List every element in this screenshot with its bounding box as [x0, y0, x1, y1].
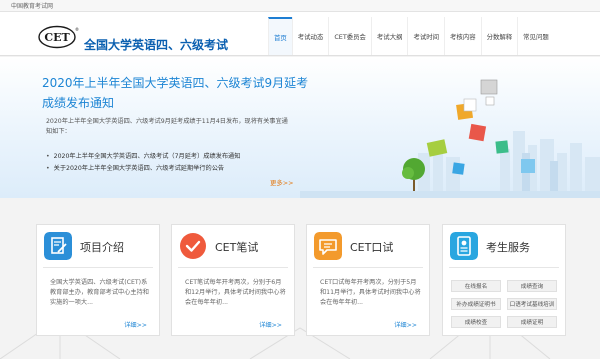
- feature-cards: 项目介绍 全国大学英语四、六级考试(CET)系教育部主办，教育部考试中心主持和实…: [36, 224, 566, 336]
- site-title: 全国大学英语四、六级考试: [84, 38, 229, 52]
- card-description: CET口试每年开考两次，分别于5月和11月举行，具体考试时间我中心将会在每年年初…: [320, 279, 421, 306]
- card-oral-exam: CET口试 CET口试每年开考两次，分别于5月和11月举行，具体考试时间我中心将…: [306, 224, 430, 336]
- nav-score-explain[interactable]: 分数解释: [480, 17, 518, 55]
- logo-text: CET: [44, 31, 70, 44]
- card-more-link[interactable]: 详细>>: [394, 320, 417, 329]
- site-header: CET ® 全国大学英语四、六级考试 首页 考试动态 CET委员会 考试大纲 考…: [0, 12, 600, 56]
- card-more-link[interactable]: 详细>>: [259, 320, 282, 329]
- banner-link[interactable]: 2020年上半年全国大学英语四、六级考试（7月延考）成绩发布通知: [46, 151, 241, 163]
- banner-headline[interactable]: 2020年上半年全国大学英语四、六级考试9月延考 成绩发布通知: [42, 73, 322, 113]
- card-divider: [449, 267, 559, 268]
- nav-home[interactable]: 首页: [268, 17, 292, 55]
- service-score-review-button[interactable]: 成绩校查: [451, 316, 501, 328]
- card-divider: [43, 267, 153, 268]
- card-divider: [313, 267, 423, 268]
- banner-link[interactable]: 关于2020年上半年全国大学英语四、六级考试延期举行的公告: [46, 163, 240, 175]
- card-divider: [178, 267, 288, 268]
- service-score-query-button[interactable]: 成绩查询: [507, 280, 557, 292]
- card-title: CET口试: [350, 241, 394, 254]
- service-reissue-certificate-button[interactable]: 补办成绩证明书: [451, 298, 501, 310]
- service-score-certificate-button[interactable]: 成绩证明: [507, 316, 557, 328]
- nav-content[interactable]: 考核内容: [444, 17, 481, 55]
- speech-bubble-icon: [314, 232, 342, 260]
- service-online-registration-button[interactable]: 在线报名: [451, 280, 501, 292]
- card-description: CET笔试每年开考两次，分别于6月和12月举行，具体考试时间我中心将会在每年年初…: [185, 279, 286, 306]
- main-nav: 首页 考试动态 CET委员会 考试大纲 考试时间 考核内容 分数解释 常见问题: [268, 17, 554, 55]
- card-title: CET笔试: [215, 241, 259, 254]
- card-written-exam: CET笔试 CET笔试每年开考两次，分别于6月和12月举行，具体考试时间我中心将…: [171, 224, 295, 336]
- service-oral-training-button[interactable]: 口语考试基线培训: [507, 298, 557, 310]
- cet-logo[interactable]: CET ®: [38, 25, 79, 49]
- card-project-intro: 项目介绍 全国大学英语四、六级考试(CET)系教育部主办，教育部考试中心主持和实…: [36, 224, 160, 336]
- logo-registered-mark: ®: [75, 27, 79, 32]
- banner-illustration: [300, 79, 600, 198]
- card-title: 项目介绍: [80, 241, 124, 254]
- banner-intro: 2020年上半年全国大学英语四、六级考试9月延考成绩于11月4日发布，现将有关事…: [46, 118, 288, 135]
- nav-faq[interactable]: 常见问题: [517, 17, 554, 55]
- id-card-icon: [450, 232, 478, 260]
- nav-cet-committee[interactable]: CET委员会: [328, 17, 371, 55]
- nav-exam-time[interactable]: 考试时间: [407, 17, 444, 55]
- nav-exam-news[interactable]: 考试动态: [291, 17, 329, 55]
- banner-links: 2020年上半年全国大学英语四、六级考试（7月延考）成绩发布通知 关于2020年…: [46, 151, 241, 175]
- banner-more-link[interactable]: 更多>>: [270, 178, 294, 187]
- top-bar: 中国教育考试网: [0, 0, 600, 12]
- checkmark-icon: [180, 233, 206, 259]
- nav-syllabus[interactable]: 考试大纲: [370, 17, 408, 55]
- card-description: 全国大学英语四、六级考试(CET)系教育部主办，教育部考试中心主持和实施的一项大…: [50, 279, 149, 306]
- top-bar-text[interactable]: 中国教育考试网: [11, 1, 53, 10]
- document-edit-icon: [44, 232, 72, 260]
- news-banner: 2020年上半年全国大学英语四、六级考试9月延考 成绩发布通知 2020年上半年…: [0, 57, 600, 198]
- card-title: 考生服务: [486, 241, 530, 254]
- card-candidate-services: 考生服务 在线报名 成绩查询 补办成绩证明书 口语考试基线培训 成绩校查 成绩证…: [442, 224, 566, 336]
- card-more-link[interactable]: 详细>>: [124, 320, 147, 329]
